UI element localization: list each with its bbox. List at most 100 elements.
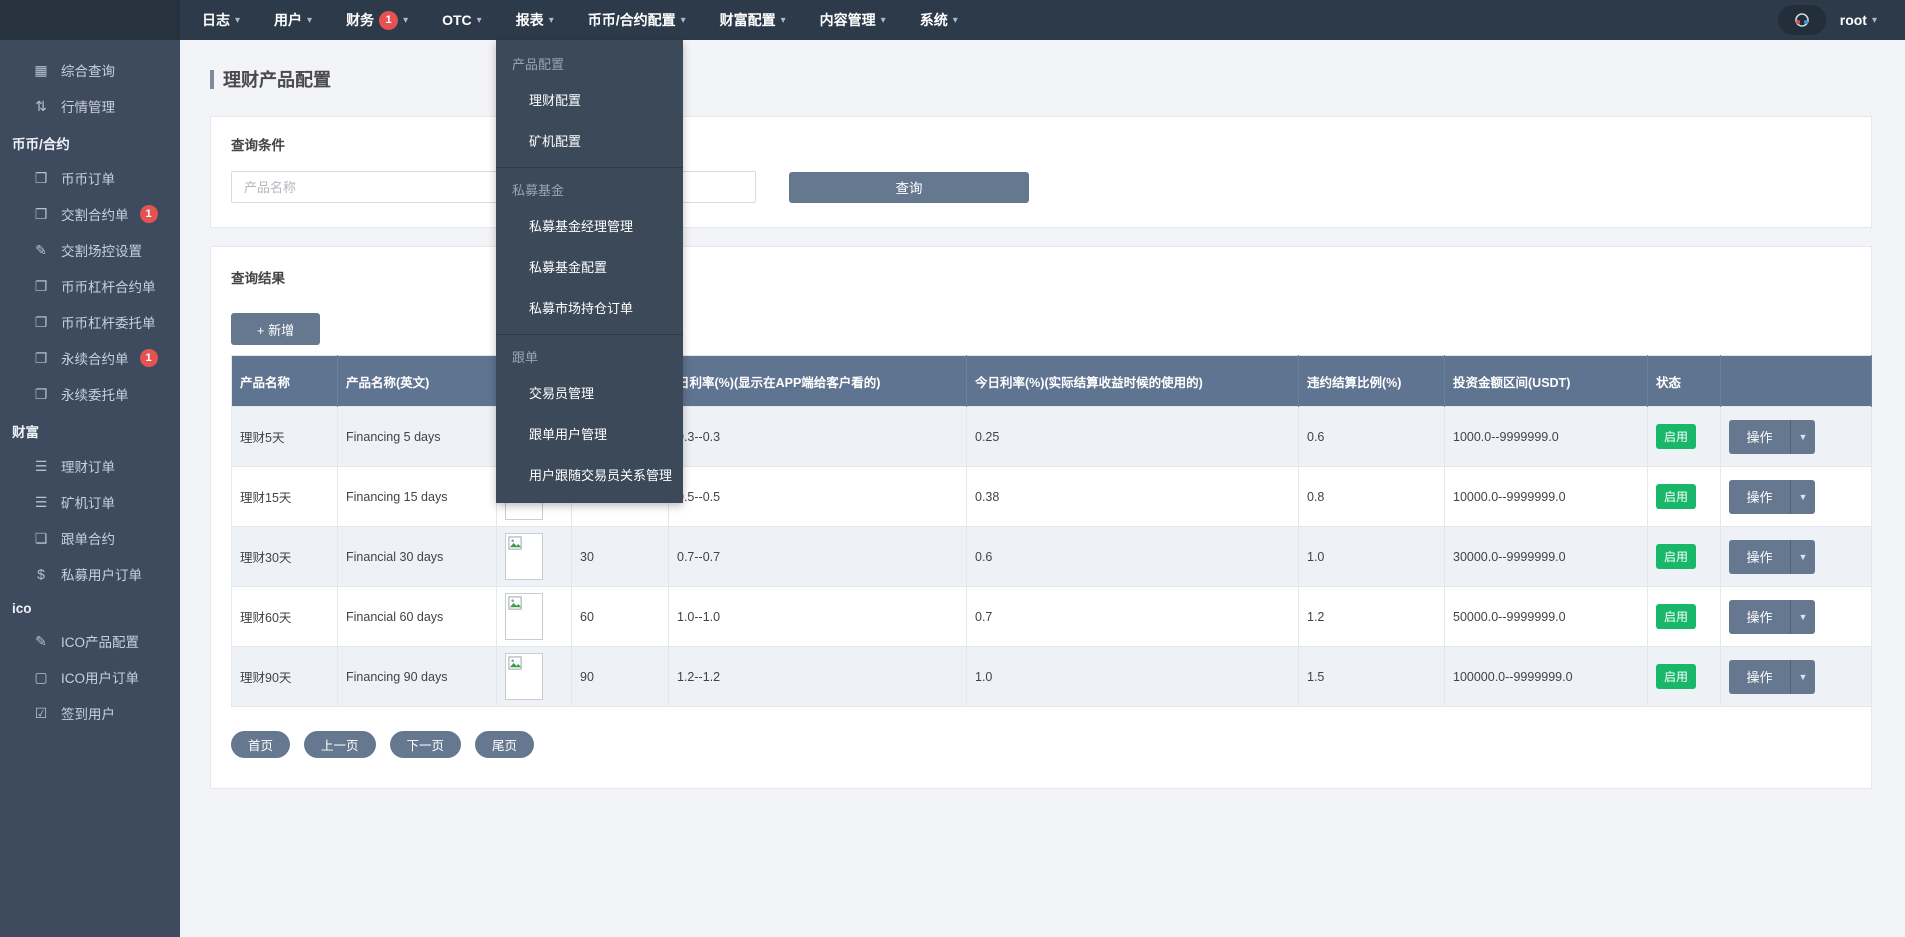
cell-penalty-ratio: 1.5	[1298, 646, 1445, 707]
sidebar-item-永续合约单[interactable]: ❐ 永续合约单 1	[0, 340, 180, 376]
topnav-item-日志[interactable]: 日志 ▾	[202, 10, 240, 30]
sidebar-item-ICO用户订单[interactable]: ▢ ICO用户订单	[0, 659, 180, 695]
dropdown-item-理财配置[interactable]: 理财配置	[496, 79, 683, 120]
broken-image-icon	[508, 536, 522, 550]
chevron-down-icon: ▾	[548, 14, 554, 26]
sidebar-item-行情管理[interactable]: ⇅ 行情管理	[0, 88, 180, 124]
dropdown-item-私募市场持仓订单[interactable]: 私募市场持仓订单	[496, 287, 683, 328]
sidebar-item-私募用户订单[interactable]: $ 私募用户订单	[0, 556, 180, 592]
topnav-item-财富配置[interactable]: 财富配置 ▾	[720, 10, 786, 30]
sidebar-item-币币杠杆委托单[interactable]: ❐ 币币杠杆委托单	[0, 304, 180, 340]
sidebar-item-矿机订单[interactable]: ☰ 矿机订单	[0, 484, 180, 520]
chevron-down-icon[interactable]: ▼	[1791, 539, 1815, 574]
column-header: 今日利率(%)(实际结算收益时候的使用的)	[966, 355, 1299, 407]
results-panel: 查询结果 + 新增 产品名称 产品名称(英文) 日利率(%)(显示在APP端给客户看…	[210, 246, 1872, 789]
action-button[interactable]: 操作	[1729, 659, 1791, 694]
sidebar-item-ICO产品配置[interactable]: ✎ ICO产品配置	[0, 623, 180, 659]
action-split-button[interactable]: 操作 ▼	[1729, 659, 1815, 694]
file-clock-icon: ❐	[34, 313, 48, 330]
sidebar-item-label: 私募用户订单	[61, 568, 142, 583]
action-button[interactable]: 操作	[1729, 479, 1791, 514]
cell-actions: 操作 ▼	[1720, 586, 1872, 647]
action-split-button[interactable]: 操作 ▼	[1729, 419, 1815, 454]
sidebar-item-币币杠杆合约单[interactable]: ❐ 币币杠杆合约单	[0, 268, 180, 304]
column-header: 状态	[1647, 355, 1721, 407]
chevron-down-icon: ▾	[952, 14, 958, 26]
table-row: 理财5天 Financing 5 days 0.3--0.3 0.25 0.6 1000.…	[231, 406, 1872, 467]
cell-product-name-en: Financial 30 days	[337, 526, 497, 587]
status-badge: 启用	[1656, 424, 1697, 449]
column-header: 产品名称	[231, 355, 338, 407]
sidebar-section-ico: ico	[12, 601, 32, 616]
chevron-down-icon[interactable]: ▼	[1791, 599, 1815, 634]
topnav-item-报表[interactable]: 报表 ▾	[516, 10, 554, 30]
status-badge: 启用	[1656, 664, 1697, 689]
dropdown-section-跟单: 跟单	[512, 350, 539, 365]
cell-product-name: 理财90天	[231, 646, 338, 707]
action-button[interactable]: 操作	[1729, 539, 1791, 574]
sidebar-item-跟单合约[interactable]: ❏ 跟单合约	[0, 520, 180, 556]
chevron-down-icon[interactable]: ▼	[1791, 419, 1815, 454]
products-table: 产品名称 产品名称(英文) 日利率(%)(显示在APP端给客户看的) 今日利率(%)(…	[231, 355, 1872, 707]
add-button[interactable]: + 新增	[231, 313, 320, 345]
config-dropdown-menu: 产品配置 理财配置 矿机配置 私募基金 私募基金经理管理 私募基金配置 私募市场持仓订单 跟单…	[496, 40, 683, 503]
chevron-down-icon: ▾	[780, 14, 786, 26]
topnav-item-OTC[interactable]: OTC ▾	[442, 12, 482, 28]
sidebar-item-综合查询[interactable]: ▦ 综合查询	[0, 52, 180, 88]
menu-divider	[496, 167, 683, 168]
topnav-item-用户[interactable]: 用户 ▾	[274, 10, 312, 30]
dropdown-item-私募基金配置[interactable]: 私募基金配置	[496, 246, 683, 287]
action-split-button[interactable]: 操作 ▼	[1729, 479, 1815, 514]
sidebar-item-永续委托单[interactable]: ❐ 永续委托单	[0, 376, 180, 412]
topnav-item-币币/合约配置[interactable]: 币币/合约配置 ▾	[588, 10, 686, 30]
chevron-down-icon: ▾	[403, 14, 409, 26]
results-panel-title: 查询结果	[231, 271, 285, 286]
action-button[interactable]: 操作	[1729, 599, 1791, 634]
user-menu[interactable]: root ▾	[1840, 12, 1877, 28]
coins-icon: ☰	[34, 457, 48, 474]
action-split-button[interactable]: 操作 ▼	[1729, 599, 1815, 634]
pagination-上一页[interactable]: 上一页	[304, 731, 376, 758]
cell-daily-rate: 1.0--1.0	[668, 586, 967, 647]
sidebar-item-理财订单[interactable]: ☰ 理财订单	[0, 448, 180, 484]
dropdown-item-跟单用户管理[interactable]: 跟单用户管理	[496, 413, 683, 454]
bookmark-icon: ❒	[34, 169, 48, 186]
cell-product-name: 理财15天	[231, 466, 338, 527]
chevron-down-icon: ▾	[680, 14, 686, 26]
notification-badge: 1	[139, 205, 158, 223]
notification-badge: 1	[139, 349, 158, 367]
dropdown-item-用户跟随交易员关系管理[interactable]: 用户跟随交易员关系管理	[496, 454, 683, 495]
pagination-尾页[interactable]: 尾页	[475, 731, 535, 758]
cell-penalty-ratio: 1.0	[1298, 526, 1445, 587]
sidebar-item-label: 签到用户	[61, 707, 115, 722]
status-badge: 启用	[1656, 604, 1697, 629]
cell-invest-range: 10000.0--9999999.0	[1444, 466, 1648, 527]
dropdown-section-产品配置: 产品配置	[512, 57, 565, 72]
cell-days: 60	[571, 586, 669, 647]
dropdown-item-矿机配置[interactable]: 矿机配置	[496, 120, 683, 161]
search-row: 查询	[231, 171, 1851, 203]
sidebar-item-交割合约单[interactable]: ❒ 交割合约单 1	[0, 196, 180, 232]
sidebar-item-币币订单[interactable]: ❒ 币币订单	[0, 160, 180, 196]
search-button[interactable]: 查询	[789, 171, 1029, 203]
pagination-首页[interactable]: 首页	[231, 731, 291, 758]
pagination-下一页[interactable]: 下一页	[389, 731, 462, 758]
topnav-item-内容管理[interactable]: 内容管理 ▾	[820, 10, 886, 30]
sidebar-item-签到用户[interactable]: ☑ 签到用户	[0, 695, 180, 731]
chart-sort-icon: ⇅	[35, 97, 47, 114]
topnav-label: 系统	[919, 12, 948, 28]
dropdown-item-私募基金经理管理[interactable]: 私募基金经理管理	[496, 205, 683, 246]
avatar[interactable]	[1777, 5, 1826, 35]
action-split-button[interactable]: 操作 ▼	[1729, 539, 1815, 574]
chevron-down-icon[interactable]: ▼	[1791, 659, 1815, 694]
cell-today-rate: 0.6	[966, 526, 1299, 587]
topnav-item-系统[interactable]: 系统 ▾	[920, 10, 958, 30]
column-header: 日利率(%)(显示在APP端给客户看的)	[668, 355, 967, 407]
dropdown-item-交易员管理[interactable]: 交易员管理	[496, 372, 683, 413]
action-button[interactable]: 操作	[1729, 419, 1791, 454]
title-accent-bar	[210, 69, 214, 89]
sidebar-item-交割场控设置[interactable]: ✎ 交割场控设置	[0, 232, 180, 268]
topnav-item-财务[interactable]: 财务 1 ▾	[346, 10, 408, 30]
column-header	[1720, 355, 1872, 407]
chevron-down-icon[interactable]: ▼	[1791, 479, 1815, 514]
